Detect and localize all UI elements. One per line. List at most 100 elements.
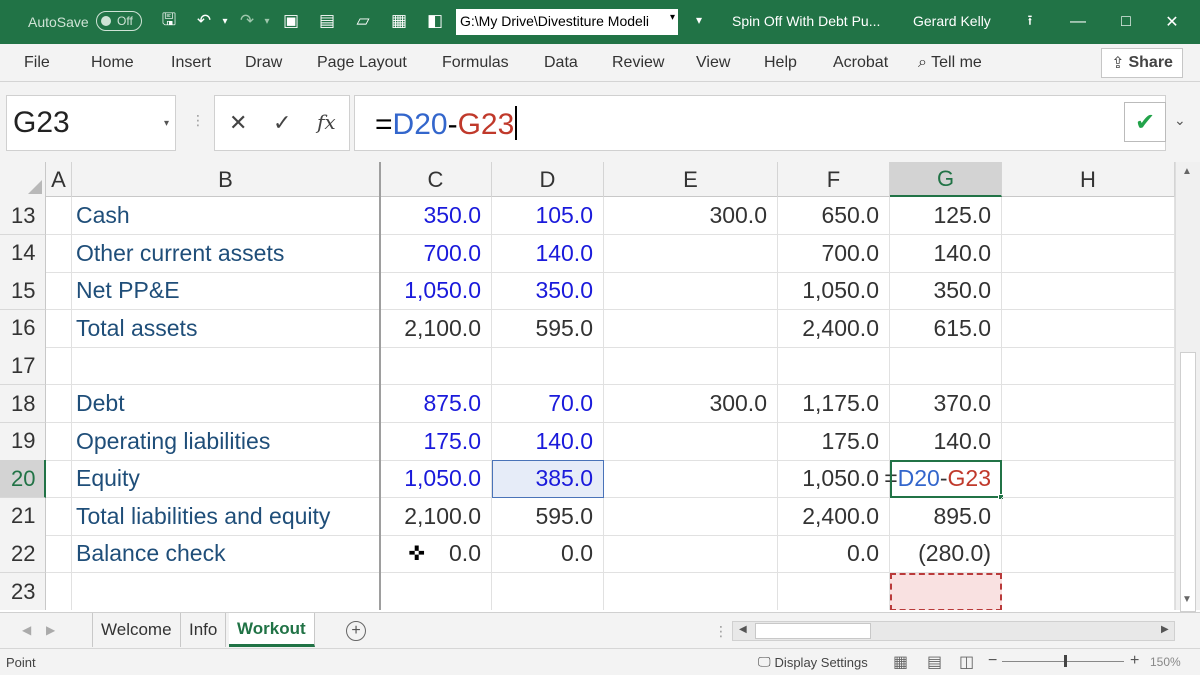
cell-e16[interactable] [604,309,778,348]
cell-d16[interactable]: 595.0 [492,309,604,348]
column-header-f[interactable]: F [778,162,890,197]
scroll-down-icon[interactable]: ▼ [1182,594,1192,605]
cell-d22[interactable]: 0.0 [492,535,604,574]
share-button[interactable]: ⇪ Share [1101,48,1183,78]
cell-g23[interactable] [890,573,1002,610]
vertical-scroll-thumb[interactable] [1180,352,1196,612]
row-header-18[interactable]: 18 [0,385,46,423]
zoom-in-icon[interactable]: + [1130,652,1139,670]
cell-e22[interactable] [604,535,778,574]
file-path-box[interactable]: G:\My Drive\Divestiture Modeli ▾ [456,9,678,35]
scroll-left-icon[interactable]: ◀ [739,624,747,635]
cell-f23[interactable] [778,573,890,610]
expand-formula-bar-icon[interactable]: ⌄ [1174,112,1186,129]
display-settings-button[interactable]: 🖵 Display Settings [758,654,868,670]
cell-b20[interactable]: Equity [72,460,380,499]
cell-b21[interactable]: Total liabilities and equity [72,497,380,536]
zoom-out-icon[interactable]: − [988,652,997,670]
cell-c17[interactable] [380,347,492,386]
cell-b13[interactable]: Cash [72,197,380,235]
cell-f22[interactable]: 0.0 [778,535,890,574]
cell-d20[interactable]: 385.0 [492,460,604,499]
horizontal-scroll-thumb[interactable] [755,623,871,639]
cell-h22[interactable] [1002,535,1175,574]
insert-function-icon[interactable]: fx [317,110,336,134]
cell-a16[interactable] [46,309,72,348]
cell-b23[interactable] [72,573,380,610]
cell-d23[interactable] [492,573,604,610]
cell-f13[interactable]: 650.0 [778,197,890,235]
user-name[interactable]: Gerard Kelly [913,13,991,29]
cell-g20[interactable]: = D20- G23 [884,460,1002,499]
cell-c23[interactable] [380,573,492,610]
tab-help[interactable]: Help [764,54,797,72]
ribbon-display-icon[interactable]: ⭱ [1018,10,1042,34]
save-icon[interactable]: 🖫 [158,10,180,32]
cell-b18[interactable]: Debt [72,385,380,423]
cell-g19[interactable]: 140.0 [890,422,1002,461]
cell-d15[interactable]: 350.0 [492,272,604,311]
cell-f15[interactable]: 1,050.0 [778,272,890,311]
camera-icon[interactable]: ▣ [280,10,302,32]
row-header-20[interactable]: 20 [0,460,46,499]
cell-a20[interactable] [46,460,72,499]
cell-g18[interactable]: 370.0 [890,385,1002,423]
row-header-23[interactable]: 23 [0,573,46,610]
cell-a14[interactable] [46,234,72,273]
cell-e17[interactable] [604,347,778,386]
tab-draw[interactable]: Draw [245,54,282,72]
cell-d19[interactable]: 140.0 [492,422,604,461]
cell-a13[interactable] [46,197,72,235]
cell-a23[interactable] [46,573,72,610]
close-icon[interactable]: ✕ [1160,10,1184,34]
form-icon[interactable]: ▤ [316,10,338,32]
cell-g22[interactable]: (280.0) [890,535,1002,574]
cell-c19[interactable]: 175.0 [380,422,492,461]
cell-c22[interactable]: ✜ 0.0 [380,535,492,574]
column-header-e[interactable]: E [604,162,778,197]
customize-quick-access-icon[interactable]: ▾ [696,13,702,27]
cell-f20[interactable]: 1,050.0 [778,460,890,499]
cell-b22[interactable]: Balance check [72,535,380,574]
cell-d14[interactable]: 140.0 [492,234,604,273]
cell-f18[interactable]: 1,175.0 [778,385,890,423]
sheet-tab-welcome[interactable]: Welcome [92,613,181,647]
cell-h18[interactable] [1002,385,1175,423]
add-sheet-button[interactable]: + [346,621,366,641]
cell-e20[interactable] [604,460,778,499]
column-header-a[interactable]: A [46,162,72,197]
cell-a17[interactable] [46,347,72,386]
cell-b15[interactable]: Net PP&E [72,272,380,311]
undo-dropdown-icon[interactable]: ▾ [214,10,236,32]
cell-b17[interactable] [72,347,380,386]
vertical-scrollbar[interactable]: ▲ ▼ [1175,162,1200,612]
row-header-19[interactable]: 19 [0,422,46,461]
cell-g16[interactable]: 615.0 [890,309,1002,348]
shape-icon[interactable]: ▱ [352,10,374,32]
cell-a21[interactable] [46,497,72,536]
cell-h21[interactable] [1002,497,1175,536]
row-header-16[interactable]: 16 [0,309,46,348]
page-layout-view-icon[interactable]: ▤ [927,652,942,672]
sidebar-icon[interactable]: ◧ [424,10,446,32]
cell-h20[interactable] [1002,460,1175,499]
cell-f21[interactable]: 2,400.0 [778,497,890,536]
worksheet-grid[interactable]: A B C D E F G H 13 Cash 350.0 105.0 300.0 650… [0,162,1175,610]
cell-h16[interactable] [1002,309,1175,348]
cell-g13[interactable]: 125.0 [890,197,1002,235]
cell-h19[interactable] [1002,422,1175,461]
redo-icon[interactable]: ↷ [236,10,258,32]
row-header-15[interactable]: 15 [0,272,46,311]
cell-e15[interactable] [604,272,778,311]
cell-g21[interactable]: 895.0 [890,497,1002,536]
cell-c21[interactable]: 2,100.0 [380,497,492,536]
cell-g15[interactable]: 350.0 [890,272,1002,311]
cell-e19[interactable] [604,422,778,461]
column-header-c[interactable]: C [380,162,492,197]
sheet-tab-info[interactable]: Info [181,613,227,647]
scroll-up-icon[interactable]: ▲ [1182,166,1192,177]
cell-h23[interactable] [1002,573,1175,610]
page-break-view-icon[interactable]: ◫ [959,652,974,672]
cell-c18[interactable]: 875.0 [380,385,492,423]
redo-dropdown-icon[interactable]: ▾ [256,10,278,32]
